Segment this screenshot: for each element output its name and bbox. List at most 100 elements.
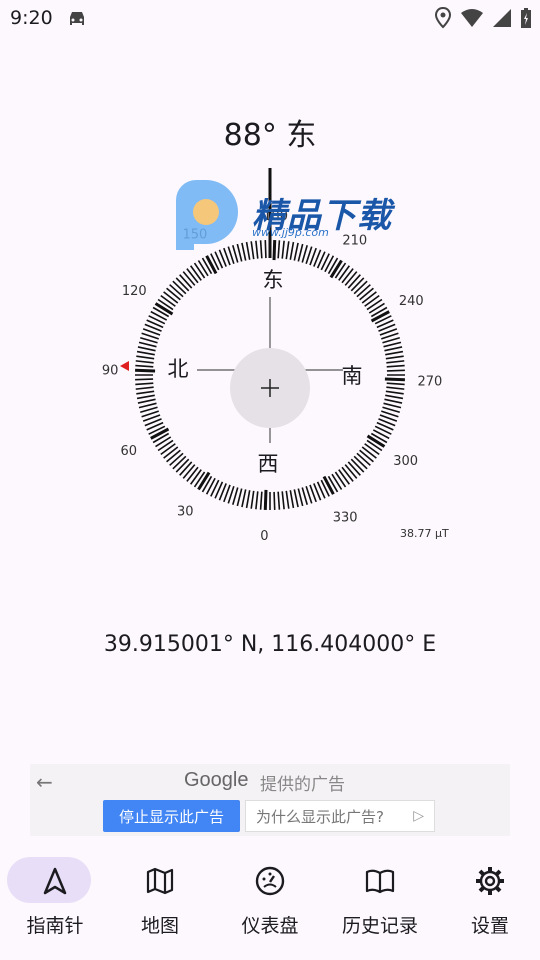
ad-banner: ← Google 提供的广告 停止显示此广告 为什么显示此广告? ▷ xyxy=(30,764,510,836)
dial-tick xyxy=(160,443,176,455)
nav-item-compass[interactable]: 指南针 xyxy=(0,845,110,945)
dial-tick xyxy=(386,364,405,368)
direction-north: 北 xyxy=(168,357,189,381)
navigation-arrow-icon xyxy=(43,867,67,895)
dial-tick xyxy=(154,302,174,316)
status-time: 9:20 xyxy=(10,7,53,29)
back-arrow-icon[interactable]: ← xyxy=(36,770,53,794)
dial-tick xyxy=(172,455,187,470)
dial-tick xyxy=(245,490,251,509)
dial-tick xyxy=(385,394,404,400)
dial-tick xyxy=(353,455,368,470)
dial-tick xyxy=(169,284,184,298)
car-icon xyxy=(66,9,88,33)
dial-tick xyxy=(186,466,199,482)
watermark-url: www.jj9p.com xyxy=(252,226,329,239)
dial-tick xyxy=(384,377,405,382)
dial-tick xyxy=(182,271,196,286)
dial-tick xyxy=(361,446,377,459)
status-bar: 9:20 xyxy=(0,0,540,38)
dial-tick xyxy=(344,271,358,286)
dial-tick xyxy=(190,265,202,281)
dial-tick xyxy=(386,360,405,364)
dial-tick xyxy=(356,452,371,466)
wifi-icon xyxy=(460,8,484,32)
stop-ad-button[interactable]: 停止显示此广告 xyxy=(103,800,240,832)
dial-tick xyxy=(160,295,176,307)
dial-tick xyxy=(197,260,209,277)
dial-tick xyxy=(364,295,380,307)
dial-tick xyxy=(383,402,402,409)
dial-label-240: 240 xyxy=(399,294,424,309)
dial-tick xyxy=(277,491,281,510)
dial-tick xyxy=(353,280,368,295)
dial-tick xyxy=(364,443,380,455)
nav-label-settings: 设置 xyxy=(470,915,509,937)
dial-tick xyxy=(135,382,154,386)
dial-tick xyxy=(135,386,154,390)
dial-tick xyxy=(136,350,155,356)
dial-tick xyxy=(285,490,290,509)
dial-tick xyxy=(386,369,405,372)
dial-tick xyxy=(175,458,190,473)
dial-tick xyxy=(135,368,156,373)
dial-tick xyxy=(241,489,247,508)
play-icon: ▷ xyxy=(413,808,424,824)
dial-tick xyxy=(179,274,193,289)
why-ad-label: 为什么显示此广告? xyxy=(256,808,384,826)
dial-tick xyxy=(384,346,403,352)
dial-tick xyxy=(163,291,179,304)
dial-tick xyxy=(255,491,259,510)
dial-tick xyxy=(205,255,218,275)
dial-tick xyxy=(157,439,174,452)
dial-tick xyxy=(175,277,190,292)
dial-tick xyxy=(322,475,335,495)
dial-tick xyxy=(385,355,404,360)
dashboard-gauge-icon xyxy=(255,866,285,896)
dial-tick xyxy=(135,364,154,368)
dial-tick xyxy=(169,452,184,466)
dial-tick xyxy=(136,394,155,400)
dial-tick xyxy=(163,446,179,459)
nav-item-map[interactable]: 地图 xyxy=(105,845,215,945)
dial-tick xyxy=(338,265,350,281)
dial-tick xyxy=(281,491,285,510)
dial-tick xyxy=(341,268,354,284)
dial-tick xyxy=(138,402,157,409)
dial-tick xyxy=(273,491,276,510)
dial-label-120: 120 xyxy=(122,284,147,299)
dial-label-90: 90 xyxy=(102,363,119,378)
dial-tick xyxy=(366,298,383,311)
nav-item-settings[interactable]: 设置 xyxy=(435,845,540,945)
dial-tick xyxy=(347,461,361,476)
dial-tick xyxy=(136,390,155,395)
ad-provided-by: 提供的广告 xyxy=(260,775,345,795)
dial-tick xyxy=(186,268,199,284)
heading-readout: 88° 东 xyxy=(223,118,317,153)
nav-label-history: 历史记录 xyxy=(341,915,418,937)
dial-tick xyxy=(386,386,405,390)
dial-tick xyxy=(136,355,155,360)
nav-item-history[interactable]: 历史记录 xyxy=(325,845,435,945)
dial-tick xyxy=(259,491,263,510)
dial-label-300: 300 xyxy=(393,454,418,469)
book-icon xyxy=(365,869,395,894)
dial-tick xyxy=(385,390,404,395)
dial-tick xyxy=(140,337,158,344)
dial-tick xyxy=(155,436,172,448)
dial-tick xyxy=(338,469,350,485)
nav-item-dashboard[interactable]: 仪表盘 xyxy=(215,845,325,945)
nav-label-compass: 指南针 xyxy=(26,915,84,937)
dial-tick xyxy=(293,489,299,508)
why-ad-button[interactable]: 为什么显示此广告? ▷ xyxy=(245,800,435,832)
dial-tick xyxy=(166,449,181,463)
watermark-p-icon xyxy=(176,180,238,250)
dial-tick xyxy=(359,449,374,463)
dial-tick xyxy=(359,287,374,301)
dial-tick xyxy=(331,473,343,490)
dial-tick xyxy=(350,277,365,292)
dial-label-330: 330 xyxy=(333,510,358,525)
map-icon xyxy=(146,867,174,895)
dial-label-30: 30 xyxy=(177,505,194,520)
dial-tick xyxy=(250,490,255,509)
